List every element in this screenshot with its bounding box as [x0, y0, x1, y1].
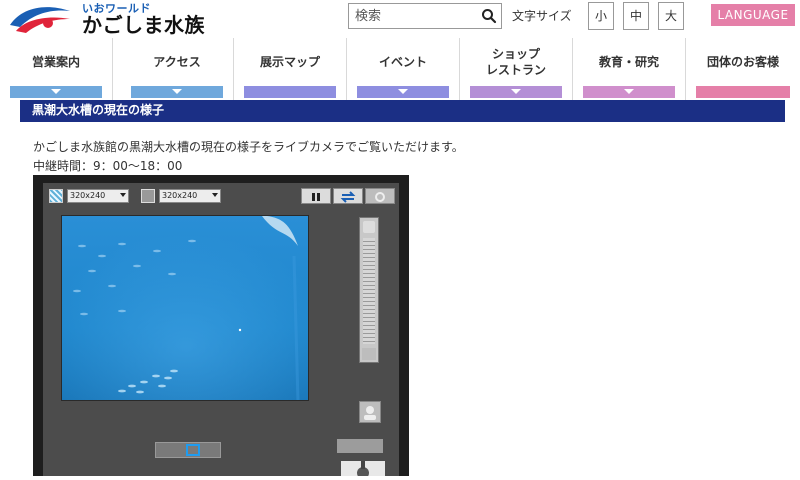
camera-control-panel: 320x240 320x240 — [43, 183, 399, 479]
font-size-large-button[interactable]: 大 — [658, 2, 684, 30]
search-input[interactable] — [349, 4, 483, 28]
camera-preset-button[interactable] — [359, 401, 381, 423]
font-size-medium-button[interactable]: 中 — [623, 2, 649, 30]
pause-icon — [312, 193, 320, 201]
nav-item-map[interactable]: 展示マップ — [234, 38, 347, 100]
nav-item-hours[interactable]: 営業案内 — [0, 38, 113, 100]
nav-color-bar — [696, 86, 790, 98]
nav-item-events[interactable]: イベント — [347, 38, 460, 100]
nav-label: 営業案内 — [31, 55, 80, 69]
chevron-down-icon — [212, 193, 218, 197]
resolution-select-2[interactable]: 320x240 — [159, 189, 221, 203]
pan-tilt-control[interactable] — [341, 461, 385, 479]
broadcast-hours: 中継時間：9：00〜18：00 — [33, 159, 183, 173]
nav-label: 教育・研究 — [598, 55, 659, 69]
resolution-value: 320x240 — [162, 191, 198, 200]
chevron-down-icon — [624, 89, 634, 94]
chevron-down-icon — [51, 89, 61, 94]
display-size-icon — [141, 189, 155, 203]
nav-dropdown-bar[interactable] — [10, 86, 102, 98]
nav-item-groups[interactable]: 団体のお客様 — [686, 38, 800, 100]
control-bar[interactable] — [337, 439, 383, 453]
nav-label: 展示マップ — [259, 55, 320, 69]
pause-button[interactable] — [301, 188, 331, 204]
gear-icon — [375, 192, 385, 202]
nav-dropdown-bar[interactable] — [357, 86, 449, 98]
global-nav: 営業案内 アクセス 展示マップ イベント ショップ レストラン 教育・研究 団体… — [0, 38, 800, 100]
site-logo[interactable]: いおワールド かごしま水族館 — [8, 0, 208, 66]
nav-dropdown-bar[interactable] — [131, 86, 223, 98]
section-title: 黒潮大水槽の現在の様子 — [20, 100, 785, 122]
chevron-down-icon — [511, 89, 521, 94]
site-header: いおワールド かごしま水族館 文字サイズ 小 中 大 LANGUAGE — [0, 0, 800, 66]
resolution-value: 320x240 — [70, 191, 106, 200]
pan-position-strip[interactable] — [155, 442, 221, 458]
joystick-icon — [357, 461, 369, 479]
nav-color-bar — [244, 86, 336, 98]
pan-position-marker[interactable] — [186, 444, 200, 456]
nav-dropdown-bar[interactable] — [470, 86, 562, 98]
swap-arrows-icon — [340, 191, 356, 203]
font-size-label: 文字サイズ — [512, 9, 572, 23]
chevron-down-icon — [398, 89, 408, 94]
description-text: かごしま水族館の黒潮大水槽の現在の様子をライブカメラでご覧いただけます。 — [33, 140, 464, 154]
logo-wave-icon — [10, 7, 70, 33]
search-icon[interactable] — [481, 8, 497, 24]
chevron-down-icon — [172, 89, 182, 94]
nav-dropdown-bar[interactable] — [583, 86, 675, 98]
chevron-down-icon — [120, 193, 126, 197]
live-video — [61, 215, 309, 401]
zoom-out-handle[interactable] — [362, 348, 376, 360]
zoom-track-lines — [363, 238, 375, 344]
person-icon — [364, 406, 376, 420]
language-button[interactable]: LANGUAGE — [711, 4, 795, 26]
nav-label: ショップ レストラン — [485, 47, 546, 77]
live-camera-viewer: 320x240 320x240 — [33, 175, 409, 479]
image-quality-icon — [49, 189, 63, 203]
settings-button[interactable] — [365, 188, 395, 204]
zoom-in-handle[interactable] — [363, 221, 375, 233]
zoom-slider[interactable] — [359, 217, 379, 363]
nav-label: アクセス — [153, 55, 201, 69]
resolution-select-1[interactable]: 320x240 — [67, 189, 129, 203]
search-box — [348, 3, 502, 29]
refresh-button[interactable] — [333, 188, 363, 204]
nav-item-education[interactable]: 教育・研究 — [573, 38, 686, 100]
nav-item-shop-restaurant[interactable]: ショップ レストラン — [460, 38, 573, 100]
aquarium-video-frame — [62, 216, 308, 400]
nav-label: 団体のお客様 — [706, 55, 779, 69]
nav-label: イベント — [378, 55, 427, 69]
font-size-small-button[interactable]: 小 — [588, 2, 614, 30]
nav-item-access[interactable]: アクセス — [121, 38, 234, 100]
